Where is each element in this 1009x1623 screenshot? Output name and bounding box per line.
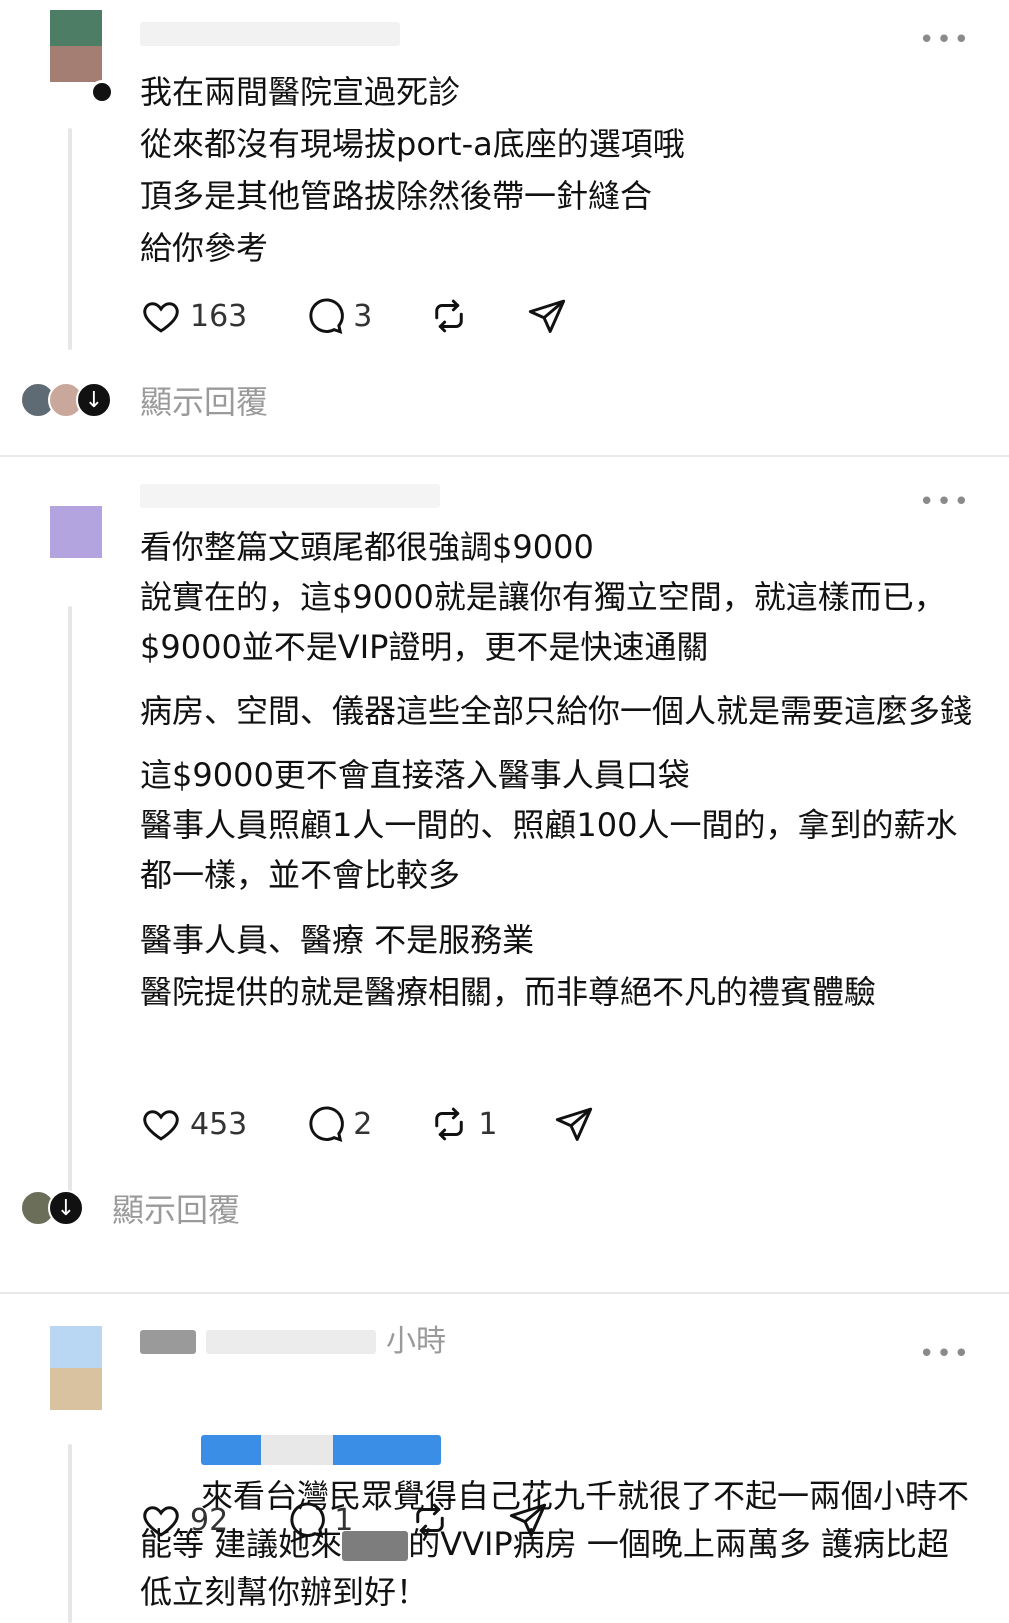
more-dots-icon[interactable]: ••• (919, 27, 971, 53)
username-redacted (206, 1330, 376, 1354)
show-replies-link[interactable]: 顯示回覆 (140, 377, 268, 423)
send-icon (529, 299, 566, 333)
avatar[interactable] (50, 1326, 102, 1410)
thread-line (68, 1444, 72, 1623)
thread-line (68, 606, 72, 1194)
username-redacted (140, 1330, 196, 1354)
avatar[interactable] (50, 10, 102, 82)
post-text: 病房、空間、儀器這些全部只給你一個人就是需要這麼多錢 (140, 692, 973, 730)
post-header (140, 18, 400, 50)
avatar[interactable] (50, 506, 102, 558)
like-button[interactable]: 453 (140, 1103, 247, 1145)
repost-count: 1 (478, 1106, 498, 1142)
action-bar: 453 2 1 (140, 1102, 651, 1146)
repost-button[interactable] (409, 1499, 451, 1541)
comment-count: 3 (353, 298, 373, 334)
action-bar: 163 3 (140, 294, 624, 338)
username-redacted (140, 484, 440, 508)
comment-button[interactable]: 1 (284, 1499, 353, 1541)
comment-bubble-icon (309, 1106, 345, 1142)
like-button[interactable]: 163 (140, 295, 247, 337)
divider (0, 1292, 1009, 1294)
heart-icon (143, 1110, 179, 1141)
comment-count: 1 (334, 1502, 354, 1538)
like-button[interactable]: 92 (140, 1499, 228, 1541)
heart-icon (143, 302, 179, 333)
post-text: 我在兩間醫院宣過死診 從來都沒有現場拔port-a底座的選項哦 頂多是其他管路拔… (140, 73, 685, 267)
mention-redacted[interactable] (201, 1435, 442, 1465)
share-button[interactable] (507, 1499, 549, 1541)
show-replies-link[interactable]: 顯示回覆 (112, 1185, 240, 1231)
arrow-down-icon[interactable]: ↓ (48, 1190, 84, 1226)
post-text: 醫事人員、醫療 不是服務業 醫院提供的就是醫療相關，而非尊絕不凡的禮賓體驗 (140, 921, 877, 1011)
repost-icon (416, 1503, 445, 1537)
send-icon (556, 1107, 593, 1141)
repost-button[interactable]: 1 (428, 1103, 497, 1145)
post-time: 小時 (386, 1324, 446, 1359)
show-replies-row[interactable]: ↓ 顯示回覆 (20, 378, 268, 422)
post-text: 看你整篇文頭尾都很強調$9000 說實在的，這$9000就是讓你有獨立空間，就這… (140, 528, 946, 666)
send-icon (510, 1503, 547, 1537)
like-count: 453 (190, 1106, 248, 1142)
comment-bubble-icon (290, 1502, 326, 1538)
repost-icon (435, 299, 464, 333)
share-button[interactable] (553, 1103, 595, 1145)
share-button[interactable] (526, 295, 568, 337)
more-dots-icon[interactable]: ••• (919, 1341, 971, 1367)
repost-icon (435, 1107, 464, 1141)
comment-count: 2 (353, 1106, 373, 1142)
username-redacted (140, 22, 400, 46)
action-bar: 92 1 (140, 1498, 605, 1542)
thread-line (68, 128, 72, 350)
follow-badge[interactable] (90, 80, 114, 104)
post-body: 看你整篇文頭尾都很強調$9000 說實在的，這$9000就是讓你有獨立空間，就這… (140, 522, 973, 1032)
divider (0, 455, 1009, 457)
post-text: 這$9000更不會直接落入醫事人員口袋 醫事人員照顧1人一間的、照顧100人一間… (140, 756, 958, 894)
thread-post: 小時 ••• 來看台灣民眾覺得自己花九千就很了不起一兩個小時不能等 建議她來 的V… (0, 1296, 1009, 1623)
repost-button[interactable] (428, 295, 470, 337)
post-header: 小時 (140, 1326, 446, 1358)
like-count: 163 (190, 298, 248, 334)
show-replies-row[interactable]: ↓ 顯示回覆 (20, 1186, 240, 1230)
arrow-down-icon[interactable]: ↓ (76, 382, 112, 418)
comment-button[interactable]: 2 (303, 1103, 372, 1145)
more-dots-icon[interactable]: ••• (919, 489, 971, 515)
post-body: 我在兩間醫院宣過死診 從來都沒有現場拔port-a底座的選項哦 頂多是其他管路拔… (140, 66, 973, 288)
comment-bubble-icon (309, 298, 345, 334)
thread-post: ••• 我在兩間醫院宣過死診 從來都沒有現場拔port-a底座的選項哦 頂多是其… (0, 0, 1009, 440)
thread-post: ••• 看你整篇文頭尾都很強調$9000 說實在的，這$9000就是讓你有獨立空… (0, 460, 1009, 1280)
post-header (140, 480, 440, 512)
comment-button[interactable]: 3 (303, 295, 372, 337)
heart-icon (143, 1506, 179, 1537)
like-count: 92 (190, 1502, 229, 1538)
